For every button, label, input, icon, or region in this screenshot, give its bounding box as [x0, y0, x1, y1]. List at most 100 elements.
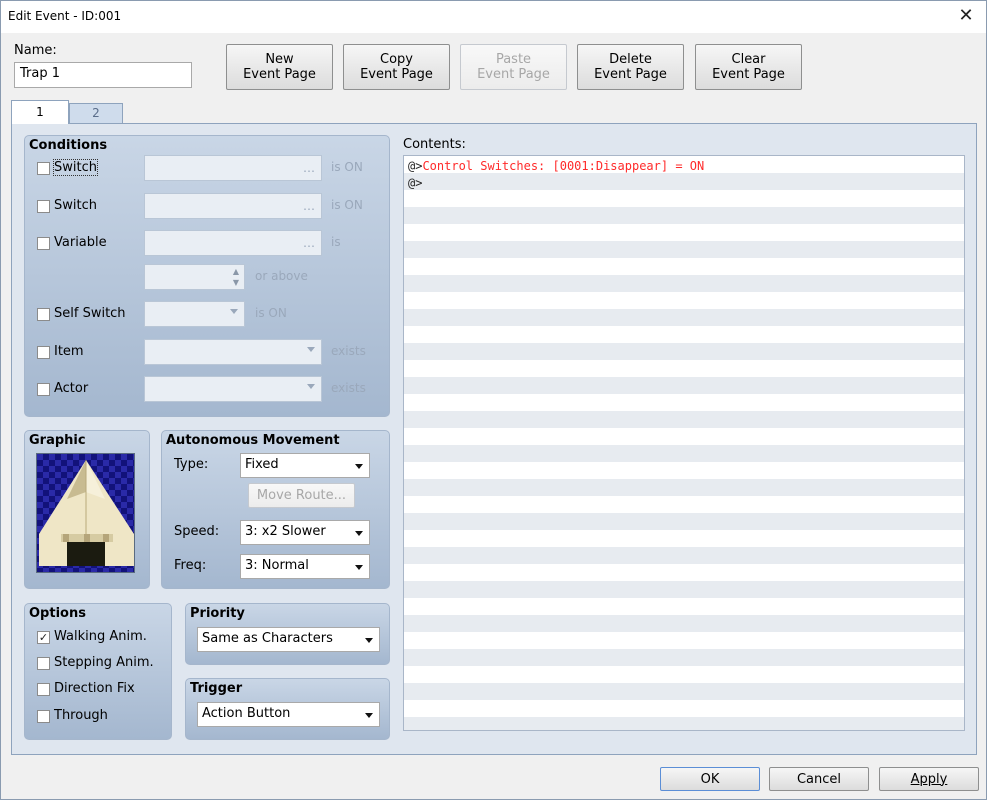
variable-value-stepper[interactable]: ▲ ▼ [144, 264, 245, 290]
copy-button-line2: Event Page [360, 67, 433, 82]
paste-event-page-button[interactable]: Paste Event Page [460, 44, 567, 90]
switch2-label: Switch [54, 198, 97, 213]
window-title: Edit Event - ID:001 [8, 9, 122, 23]
chevron-down-icon [230, 309, 238, 314]
chevron-down-icon [307, 384, 315, 389]
movement-freq-value: 3: Normal [245, 558, 309, 573]
switch1-selector[interactable] [144, 155, 322, 181]
direction-fix-label: Direction Fix [54, 681, 135, 696]
self-switch-checkbox[interactable] [37, 308, 50, 321]
new-button-line1: New [265, 52, 294, 67]
switch2-selector[interactable] [144, 193, 322, 219]
switch2-checkbox[interactable] [37, 200, 50, 213]
trigger-title: Trigger [190, 681, 243, 696]
stepper-up-icon[interactable]: ▲ [233, 267, 239, 276]
trigger-value: Action Button [202, 706, 291, 721]
tab-page-1[interactable]: 1 [11, 100, 69, 124]
tent-graphic-icon [37, 454, 134, 572]
clear-event-page-button[interactable]: Clear Event Page [695, 44, 802, 90]
command-prefix: @> [408, 176, 423, 190]
actor-suffix: exists [331, 381, 366, 395]
through-label: Through [54, 708, 108, 723]
list-item[interactable]: @> [408, 175, 422, 192]
ok-button[interactable]: OK [660, 767, 760, 791]
conditions-title: Conditions [29, 138, 108, 153]
close-icon[interactable]: ✕ [956, 6, 976, 26]
tab-page-2[interactable]: 2 [69, 103, 123, 124]
stepping-anim-checkbox[interactable] [37, 657, 50, 670]
switch2-suffix: is ON [331, 198, 363, 212]
apply-button[interactable]: Apply [879, 767, 979, 791]
direction-fix-checkbox[interactable] [37, 683, 50, 696]
new-button-line2: Event Page [243, 67, 316, 82]
variable-selector[interactable] [144, 230, 322, 256]
delete-button-line1: Delete [609, 52, 652, 67]
delete-button-line2: Event Page [594, 67, 667, 82]
movement-freq-label: Freq: [174, 558, 207, 573]
name-label: Name: [14, 43, 57, 58]
chevron-down-icon [355, 565, 363, 570]
priority-title: Priority [190, 606, 245, 621]
chevron-down-icon [355, 531, 363, 536]
item-suffix: exists [331, 344, 366, 358]
actor-label: Actor [54, 381, 89, 396]
movement-speed-value: 3: x2 Slower [245, 524, 326, 539]
variable-checkbox[interactable] [37, 237, 50, 250]
contents-label: Contents: [403, 137, 466, 152]
new-event-page-button[interactable]: New Event Page [226, 44, 333, 90]
paste-button-line1: Paste [495, 52, 532, 67]
check-icon: ✓ [38, 631, 49, 644]
delete-event-page-button[interactable]: Delete Event Page [577, 44, 684, 90]
movement-type-label: Type: [174, 457, 209, 472]
command-prefix: @> [408, 159, 423, 173]
movement-type-value: Fixed [245, 457, 279, 472]
list-item[interactable]: @>Control Switches: [0001:Disappear] = O… [408, 158, 704, 175]
actor-checkbox[interactable] [37, 383, 50, 396]
title-bar: Edit Event - ID:001 ✕ [1, 1, 986, 33]
movement-speed-label: Speed: [174, 524, 220, 539]
variable-stepper-suffix: or above [255, 269, 308, 283]
options-title: Options [29, 606, 86, 621]
command-text: Control Switches: [0001:Disappear] = ON [422, 159, 705, 173]
self-switch-label: Self Switch [54, 306, 126, 321]
item-label: Item [54, 344, 84, 359]
priority-value: Same as Characters [202, 631, 333, 646]
switch1-checkbox[interactable] [37, 162, 50, 175]
movement-type-dropdown[interactable]: Fixed [240, 453, 370, 478]
chevron-down-icon [365, 638, 373, 643]
chevron-down-icon [355, 464, 363, 469]
switch1-suffix: is ON [331, 160, 363, 174]
copy-event-page-button[interactable]: Copy Event Page [343, 44, 450, 90]
chevron-down-icon [307, 347, 315, 352]
chevron-down-icon [365, 713, 373, 718]
walking-anim-label: Walking Anim. [54, 629, 147, 644]
copy-button-line1: Copy [380, 52, 413, 67]
graphic-title: Graphic [29, 433, 86, 448]
move-route-button[interactable]: Move Route... [248, 483, 355, 508]
clear-button-line2: Event Page [712, 67, 785, 82]
trigger-dropdown[interactable]: Action Button [197, 702, 380, 727]
autonomous-movement-title: Autonomous Movement [166, 433, 340, 448]
through-checkbox[interactable] [37, 710, 50, 723]
self-switch-dropdown[interactable] [144, 301, 245, 327]
cancel-button[interactable]: Cancel [769, 767, 869, 791]
walking-anim-checkbox[interactable]: ✓ [37, 631, 50, 644]
switch1-label: Switch [53, 159, 98, 176]
name-input[interactable]: Trap 1 [14, 62, 192, 88]
edit-event-window: Edit Event - ID:001 ✕ Name: Trap 1 New E… [0, 0, 987, 800]
event-commands-list[interactable]: @>Control Switches: [0001:Disappear] = O… [403, 155, 965, 731]
event-graphic-preview[interactable] [36, 453, 135, 573]
priority-dropdown[interactable]: Same as Characters [197, 627, 380, 652]
movement-speed-dropdown[interactable]: 3: x2 Slower [240, 520, 370, 545]
paste-button-line2: Event Page [477, 67, 550, 82]
movement-freq-dropdown[interactable]: 3: Normal [240, 554, 370, 579]
item-checkbox[interactable] [37, 346, 50, 359]
actor-dropdown[interactable] [144, 376, 322, 402]
self-switch-suffix: is ON [255, 306, 287, 320]
list-stripes [404, 156, 964, 730]
variable-suffix: is [331, 235, 341, 249]
variable-label: Variable [54, 235, 107, 250]
stepping-anim-label: Stepping Anim. [54, 655, 154, 670]
stepper-down-icon[interactable]: ▼ [233, 278, 239, 287]
item-dropdown[interactable] [144, 339, 322, 365]
